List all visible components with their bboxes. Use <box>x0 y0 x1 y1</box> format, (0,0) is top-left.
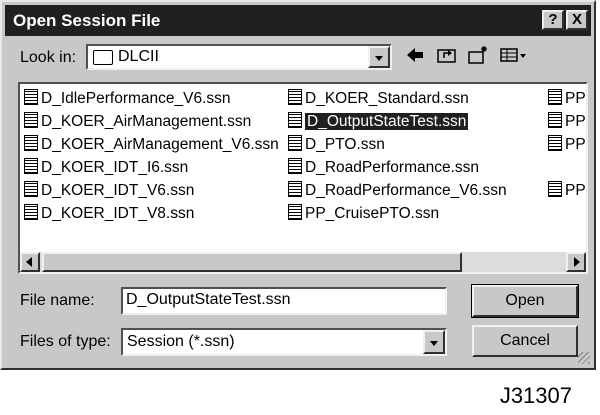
session-file-icon <box>24 112 38 128</box>
list-item[interactable]: D_KOER_Standard.ssn <box>288 88 469 110</box>
session-file-icon <box>288 89 302 105</box>
files-of-type-dropdown-button[interactable] <box>423 330 445 354</box>
up-folder-button[interactable] <box>434 45 460 69</box>
file-list[interactable]: D_IdlePerformance_V6.ssn D_KOER_AirManag… <box>18 82 588 274</box>
new-folder-button[interactable] <box>465 45 491 69</box>
session-file-icon <box>24 181 38 197</box>
file-name-input[interactable]: D_OutputStateTest.ssn <box>121 287 447 315</box>
session-file-icon <box>288 181 302 197</box>
session-file-icon <box>548 181 562 197</box>
session-file-icon <box>288 135 302 151</box>
session-file-icon <box>24 135 38 151</box>
help-button[interactable]: ? <box>542 10 564 30</box>
list-item[interactable]: D_KOER_IDT_I6.ssn <box>24 157 188 179</box>
horizontal-scrollbar[interactable] <box>20 252 586 272</box>
list-item-selected[interactable]: D_OutputStateTest.ssn <box>288 111 469 133</box>
list-item[interactable]: D_KOER_IDT_V8.ssn <box>24 203 194 225</box>
new-folder-icon <box>468 46 487 64</box>
list-item[interactable]: PP <box>548 88 586 110</box>
session-file-icon <box>24 204 38 220</box>
close-button[interactable]: X <box>566 10 588 30</box>
file-name-label: File name: <box>20 292 95 309</box>
list-item[interactable]: PP <box>548 111 586 133</box>
chevron-down-icon <box>375 56 383 61</box>
session-file-icon <box>548 89 562 105</box>
list-item[interactable]: D_KOER_AirManagement.ssn <box>24 111 251 133</box>
files-of-type-value: Session (*.ssn) <box>127 333 235 350</box>
list-item[interactable]: D_IdlePerformance_V6.ssn <box>24 88 231 110</box>
view-menu-button[interactable] <box>497 45 531 69</box>
list-item[interactable]: D_RoadPerformance.ssn <box>288 157 479 179</box>
files-of-type-select[interactable]: Session (*.ssn) <box>121 328 447 356</box>
list-item[interactable]: D_KOER_IDT_V6.ssn <box>24 180 194 202</box>
folder-icon <box>93 50 113 65</box>
title-bar[interactable]: Open Session File ? X <box>5 5 591 36</box>
list-item[interactable]: D_PTO.ssn <box>288 134 385 156</box>
list-item[interactable]: PP <box>548 134 586 156</box>
list-item[interactable]: PP <box>548 180 586 202</box>
session-file-icon <box>288 112 302 128</box>
session-file-icon <box>24 89 38 105</box>
scrollbar-thumb[interactable] <box>42 252 462 272</box>
look-in-combo[interactable]: DLCII <box>86 44 392 70</box>
scroll-right-button[interactable] <box>566 252 586 272</box>
session-file-icon <box>548 135 562 151</box>
back-button[interactable] <box>402 45 428 69</box>
chevron-right-icon <box>574 257 580 267</box>
session-file-icon <box>548 112 562 128</box>
chevron-down-icon <box>430 341 438 346</box>
back-arrow-icon <box>407 48 423 62</box>
open-button[interactable]: Open <box>471 284 579 318</box>
list-item[interactable]: D_KOER_AirManagement_V6.ssn <box>24 134 279 156</box>
look-in-label: Look in: <box>20 49 77 66</box>
list-view-icon <box>500 48 526 62</box>
list-item[interactable]: D_RoadPerformance_V6.ssn <box>288 180 507 202</box>
figure-caption: J31307 <box>499 383 572 408</box>
session-file-icon <box>288 204 302 220</box>
files-of-type-label: Files of type: <box>20 333 111 350</box>
look-in-value: DLCII <box>118 48 159 65</box>
open-session-dialog: Open Session File ? X Look in: DLCII D_I… <box>0 0 596 370</box>
session-file-icon <box>24 158 38 174</box>
up-folder-icon <box>437 49 456 63</box>
look-in-dropdown-button[interactable] <box>368 46 390 68</box>
chevron-left-icon <box>26 257 32 267</box>
scroll-left-button[interactable] <box>20 252 40 272</box>
dialog-title: Open Session File <box>13 11 161 30</box>
session-file-icon <box>288 158 302 174</box>
resize-grip[interactable] <box>578 352 590 364</box>
cancel-button[interactable]: Cancel <box>472 325 578 357</box>
list-item[interactable]: PP_CruisePTO.ssn <box>288 203 439 225</box>
